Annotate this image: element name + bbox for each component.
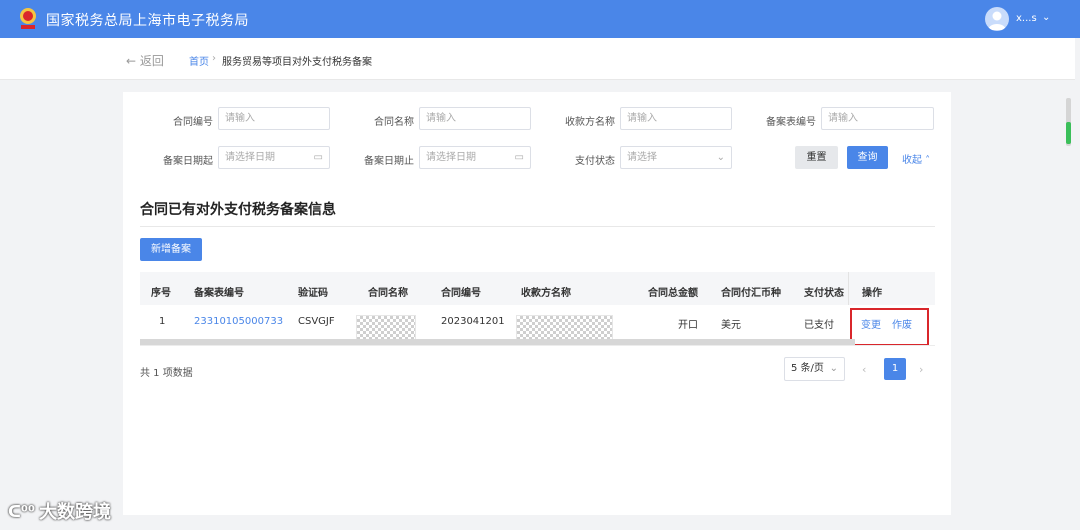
breadcrumb-separator: ›	[212, 53, 216, 64]
chevron-down-icon: ⌄	[716, 152, 725, 163]
cell-record-no-link[interactable]: 23310105000733	[194, 316, 283, 327]
contract-no-label: 合同编号	[173, 117, 213, 128]
collapse-toggle[interactable]: 收起 ˄	[902, 151, 930, 166]
top-bar: 国家税务总局上海市电子税务局 x...s ⌄	[0, 0, 1080, 38]
row-divider	[140, 345, 935, 346]
chevron-down-icon[interactable]: ⌄	[1042, 12, 1050, 23]
chevron-down-icon: ⌄	[829, 363, 838, 374]
pay-status-label: 支付状态	[575, 156, 615, 167]
cell-seq: 1	[159, 316, 166, 327]
page-scrollbar-thumb[interactable]	[1066, 122, 1071, 144]
payee-name-input[interactable]: 请输入	[620, 107, 732, 130]
actions-highlight-box	[850, 308, 929, 346]
payee-name-label: 收款方名称	[565, 117, 615, 128]
th-verify-code: 验证码	[298, 288, 328, 299]
date-from-label: 备案日期起	[163, 156, 213, 167]
calendar-icon: ▭	[514, 152, 524, 163]
th-contract-no: 合同编号	[441, 288, 481, 299]
date-to-input[interactable]: 请选择日期 ▭	[419, 146, 531, 169]
back-link[interactable]: ← 返回	[126, 52, 164, 69]
page-1-button[interactable]: 1	[884, 358, 906, 380]
th-record-no: 备案表编号	[194, 288, 244, 299]
breadcrumb-current: 服务贸易等项目对外支付税务备案	[222, 57, 372, 68]
total-count: 共 1 项数据	[140, 368, 193, 379]
breadcrumb-bar: ← 返回 首页 › 服务贸易等项目对外支付税务备案	[0, 38, 1075, 80]
calendar-icon: ▭	[313, 152, 323, 163]
tax-emblem-icon	[20, 8, 36, 29]
next-page-button[interactable]: ›	[919, 363, 923, 376]
cell-pay-status: 已支付	[804, 320, 834, 331]
add-record-button[interactable]: 新增备案	[140, 238, 202, 261]
date-to-label: 备案日期止	[364, 156, 414, 167]
th-seq: 序号	[151, 288, 171, 299]
th-pay-status: 支付状态	[804, 288, 844, 299]
watermark: ᑕ⁰⁰ 大数跨境	[8, 498, 111, 524]
record-no-input[interactable]: 请输入	[821, 107, 934, 130]
watermark-text: 大数跨境	[39, 502, 112, 523]
user-icon	[988, 11, 1006, 30]
date-from-input[interactable]: 请选择日期 ▭	[218, 146, 330, 169]
th-actions: 操作	[862, 288, 882, 299]
th-contract-name: 合同名称	[368, 288, 408, 299]
watermark-logo-icon: ᑕ⁰⁰	[8, 501, 36, 521]
reset-button[interactable]: 重置	[795, 146, 838, 169]
app-title: 国家税务总局上海市电子税务局	[46, 13, 249, 29]
breadcrumb-home[interactable]: 首页	[189, 53, 209, 68]
cell-contract-no: 2023041201	[441, 316, 505, 327]
th-currency: 合同付汇币种	[721, 288, 781, 299]
prev-page-button[interactable]: ‹	[862, 363, 866, 376]
pay-status-select[interactable]: 请选择 ⌄	[620, 146, 732, 169]
query-button[interactable]: 查询	[847, 146, 888, 169]
contract-name-input[interactable]: 请输入	[419, 107, 531, 130]
cell-total-amount: 开口	[678, 320, 698, 331]
user-avatar[interactable]	[985, 7, 1009, 31]
cell-currency: 美元	[721, 320, 741, 331]
user-name[interactable]: x...s	[1016, 13, 1037, 24]
divider	[140, 226, 935, 227]
contract-no-input[interactable]: 请输入	[218, 107, 330, 130]
th-total-amount: 合同总金额	[648, 288, 698, 299]
record-no-label: 备案表编号	[766, 117, 816, 128]
contract-name-label: 合同名称	[374, 117, 414, 128]
th-payee-name: 收款方名称	[521, 288, 571, 299]
column-divider	[848, 272, 849, 305]
cell-verify-code: CSVGJF	[298, 316, 335, 327]
section-title: 合同已有对外支付税务备案信息	[140, 202, 336, 218]
page-size-select[interactable]: 5 条/页 ⌄	[784, 357, 845, 381]
